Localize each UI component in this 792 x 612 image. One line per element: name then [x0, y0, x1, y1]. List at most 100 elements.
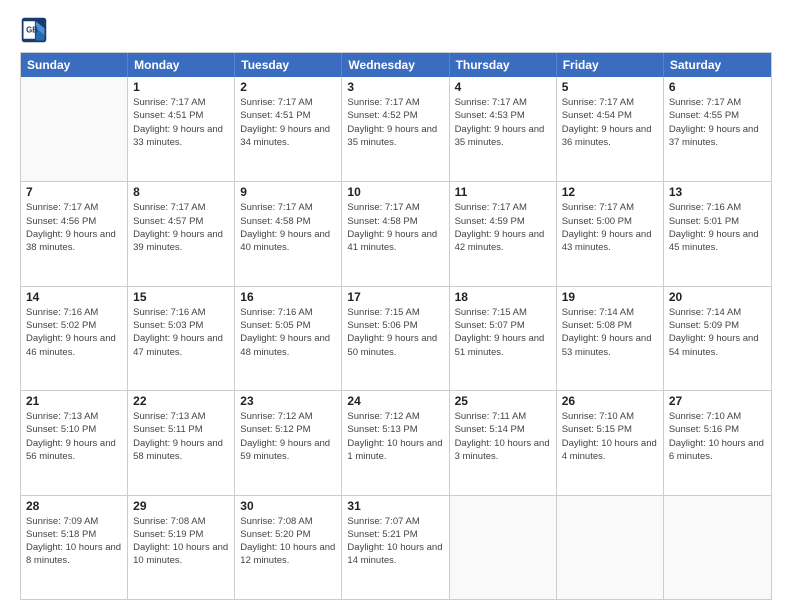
- day-number: 10: [347, 185, 443, 199]
- day-info: Sunrise: 7:09 AMSunset: 5:18 PMDaylight:…: [26, 515, 122, 568]
- day-number: 24: [347, 394, 443, 408]
- calendar-day-16: 16Sunrise: 7:16 AMSunset: 5:05 PMDayligh…: [235, 287, 342, 390]
- day-number: 13: [669, 185, 766, 199]
- day-number: 9: [240, 185, 336, 199]
- day-number: 29: [133, 499, 229, 513]
- weekday-header-thursday: Thursday: [450, 53, 557, 77]
- day-number: 26: [562, 394, 658, 408]
- calendar-week-3: 14 Sunrise: 7:16 AMSunset: 5:02 PMDayligh…: [21, 286, 771, 390]
- day-info: Sunrise: 7:17 AMSunset: 4:52 PMDaylight:…: [347, 96, 443, 149]
- day-number: 12: [562, 185, 658, 199]
- calendar-day-15: 15 Sunrise: 7:16 AMSunset: 5:03 PMDayligh…: [128, 287, 235, 390]
- day-info: Sunrise: 7:17 AMSunset: 4:51 PMDaylight:…: [240, 96, 336, 149]
- calendar-day-9: 9 Sunrise: 7:17 AMSunset: 4:58 PMDaylight…: [235, 182, 342, 285]
- calendar: SundayMondayTuesdayWednesdayThursdayFrid…: [20, 52, 772, 600]
- day-info: Sunrise: 7:14 AMSunset: 5:08 PMDaylight:…: [562, 306, 658, 359]
- calendar-day-28: 28 Sunrise: 7:09 AMSunset: 5:18 PMDayligh…: [21, 496, 128, 599]
- calendar-day-12: 12Sunrise: 7:17 AMSunset: 5:00 PMDayligh…: [557, 182, 664, 285]
- calendar-day-empty: [21, 77, 128, 181]
- calendar-header: SundayMondayTuesdayWednesdayThursdayFrid…: [21, 53, 771, 77]
- day-number: 28: [26, 499, 122, 513]
- day-info: Sunrise: 7:07 AMSunset: 5:21 PMDaylight:…: [347, 515, 443, 568]
- calendar-day-19: 19Sunrise: 7:14 AMSunset: 5:08 PMDayligh…: [557, 287, 664, 390]
- calendar-day-21: 21Sunrise: 7:13 AMSunset: 5:10 PMDayligh…: [21, 391, 128, 494]
- calendar-day-2: 2 Sunrise: 7:17 AMSunset: 4:51 PMDaylight…: [235, 77, 342, 181]
- calendar-day-26: 26 Sunrise: 7:10 AMSunset: 5:15 PMDayligh…: [557, 391, 664, 494]
- calendar-day-empty: [664, 496, 771, 599]
- day-number: 31: [347, 499, 443, 513]
- calendar-day-17: 17 Sunrise: 7:15 AMSunset: 5:06 PMDayligh…: [342, 287, 449, 390]
- day-info: Sunrise: 7:16 AMSunset: 5:03 PMDaylight:…: [133, 306, 229, 359]
- weekday-header-saturday: Saturday: [664, 53, 771, 77]
- day-number: 11: [455, 185, 551, 199]
- calendar-day-20: 20 Sunrise: 7:14 AMSunset: 5:09 PMDayligh…: [664, 287, 771, 390]
- calendar-week-5: 28 Sunrise: 7:09 AMSunset: 5:18 PMDayligh…: [21, 495, 771, 599]
- day-number: 15: [133, 290, 229, 304]
- calendar-day-6: 6 Sunrise: 7:17 AMSunset: 4:55 PMDaylight…: [664, 77, 771, 181]
- day-info: Sunrise: 7:17 AMSunset: 4:53 PMDaylight:…: [455, 96, 551, 149]
- day-info: Sunrise: 7:17 AMSunset: 4:54 PMDaylight:…: [562, 96, 658, 149]
- calendar-body: 1 Sunrise: 7:17 AMSunset: 4:51 PMDaylight…: [21, 77, 771, 599]
- logo-icon: GB: [20, 16, 48, 44]
- day-number: 18: [455, 290, 551, 304]
- day-number: 1: [133, 80, 229, 94]
- day-number: 6: [669, 80, 766, 94]
- day-info: Sunrise: 7:14 AMSunset: 5:09 PMDaylight:…: [669, 306, 766, 359]
- calendar-day-24: 24Sunrise: 7:12 AMSunset: 5:13 PMDayligh…: [342, 391, 449, 494]
- day-number: 25: [455, 394, 551, 408]
- day-number: 8: [133, 185, 229, 199]
- calendar-day-7: 7 Sunrise: 7:17 AMSunset: 4:56 PMDaylight…: [21, 182, 128, 285]
- calendar-day-14: 14 Sunrise: 7:16 AMSunset: 5:02 PMDayligh…: [21, 287, 128, 390]
- weekday-header-tuesday: Tuesday: [235, 53, 342, 77]
- calendar-day-10: 10 Sunrise: 7:17 AMSunset: 4:58 PMDayligh…: [342, 182, 449, 285]
- calendar-day-5: 5 Sunrise: 7:17 AMSunset: 4:54 PMDaylight…: [557, 77, 664, 181]
- calendar-day-3: 3Sunrise: 7:17 AMSunset: 4:52 PMDaylight…: [342, 77, 449, 181]
- weekday-header-monday: Monday: [128, 53, 235, 77]
- calendar-day-11: 11 Sunrise: 7:17 AMSunset: 4:59 PMDayligh…: [450, 182, 557, 285]
- weekday-header-wednesday: Wednesday: [342, 53, 449, 77]
- day-info: Sunrise: 7:15 AMSunset: 5:06 PMDaylight:…: [347, 306, 443, 359]
- day-number: 14: [26, 290, 122, 304]
- day-number: 20: [669, 290, 766, 304]
- day-number: 17: [347, 290, 443, 304]
- day-info: Sunrise: 7:10 AMSunset: 5:16 PMDaylight:…: [669, 410, 766, 463]
- day-info: Sunrise: 7:17 AMSunset: 4:59 PMDaylight:…: [455, 201, 551, 254]
- day-info: Sunrise: 7:17 AMSunset: 4:51 PMDaylight:…: [133, 96, 229, 149]
- day-info: Sunrise: 7:17 AMSunset: 4:57 PMDaylight:…: [133, 201, 229, 254]
- day-number: 5: [562, 80, 658, 94]
- day-info: Sunrise: 7:13 AMSunset: 5:11 PMDaylight:…: [133, 410, 229, 463]
- day-info: Sunrise: 7:16 AMSunset: 5:05 PMDaylight:…: [240, 306, 336, 359]
- day-info: Sunrise: 7:11 AMSunset: 5:14 PMDaylight:…: [455, 410, 551, 463]
- day-info: Sunrise: 7:08 AMSunset: 5:20 PMDaylight:…: [240, 515, 336, 568]
- calendar-day-23: 23Sunrise: 7:12 AMSunset: 5:12 PMDayligh…: [235, 391, 342, 494]
- day-number: 27: [669, 394, 766, 408]
- day-info: Sunrise: 7:12 AMSunset: 5:12 PMDaylight:…: [240, 410, 336, 463]
- calendar-day-18: 18 Sunrise: 7:15 AMSunset: 5:07 PMDayligh…: [450, 287, 557, 390]
- day-number: 7: [26, 185, 122, 199]
- logo: GB: [20, 16, 52, 44]
- day-number: 4: [455, 80, 551, 94]
- day-number: 30: [240, 499, 336, 513]
- day-info: Sunrise: 7:17 AMSunset: 4:56 PMDaylight:…: [26, 201, 122, 254]
- day-info: Sunrise: 7:08 AMSunset: 5:19 PMDaylight:…: [133, 515, 229, 568]
- day-info: Sunrise: 7:15 AMSunset: 5:07 PMDaylight:…: [455, 306, 551, 359]
- day-number: 2: [240, 80, 336, 94]
- calendar-week-1: 1 Sunrise: 7:17 AMSunset: 4:51 PMDaylight…: [21, 77, 771, 181]
- day-info: Sunrise: 7:10 AMSunset: 5:15 PMDaylight:…: [562, 410, 658, 463]
- day-info: Sunrise: 7:16 AMSunset: 5:02 PMDaylight:…: [26, 306, 122, 359]
- day-info: Sunrise: 7:17 AMSunset: 4:58 PMDaylight:…: [347, 201, 443, 254]
- calendar-day-13: 13 Sunrise: 7:16 AMSunset: 5:01 PMDayligh…: [664, 182, 771, 285]
- calendar-day-8: 8 Sunrise: 7:17 AMSunset: 4:57 PMDaylight…: [128, 182, 235, 285]
- weekday-header-sunday: Sunday: [21, 53, 128, 77]
- header: GB: [20, 16, 772, 44]
- day-info: Sunrise: 7:13 AMSunset: 5:10 PMDaylight:…: [26, 410, 122, 463]
- day-info: Sunrise: 7:16 AMSunset: 5:01 PMDaylight:…: [669, 201, 766, 254]
- day-info: Sunrise: 7:17 AMSunset: 4:58 PMDaylight:…: [240, 201, 336, 254]
- calendar-week-4: 21Sunrise: 7:13 AMSunset: 5:10 PMDayligh…: [21, 390, 771, 494]
- calendar-day-29: 29 Sunrise: 7:08 AMSunset: 5:19 PMDayligh…: [128, 496, 235, 599]
- calendar-day-25: 25 Sunrise: 7:11 AMSunset: 5:14 PMDayligh…: [450, 391, 557, 494]
- calendar-day-empty: [450, 496, 557, 599]
- day-info: Sunrise: 7:17 AMSunset: 4:55 PMDaylight:…: [669, 96, 766, 149]
- day-number: 22: [133, 394, 229, 408]
- calendar-day-empty: [557, 496, 664, 599]
